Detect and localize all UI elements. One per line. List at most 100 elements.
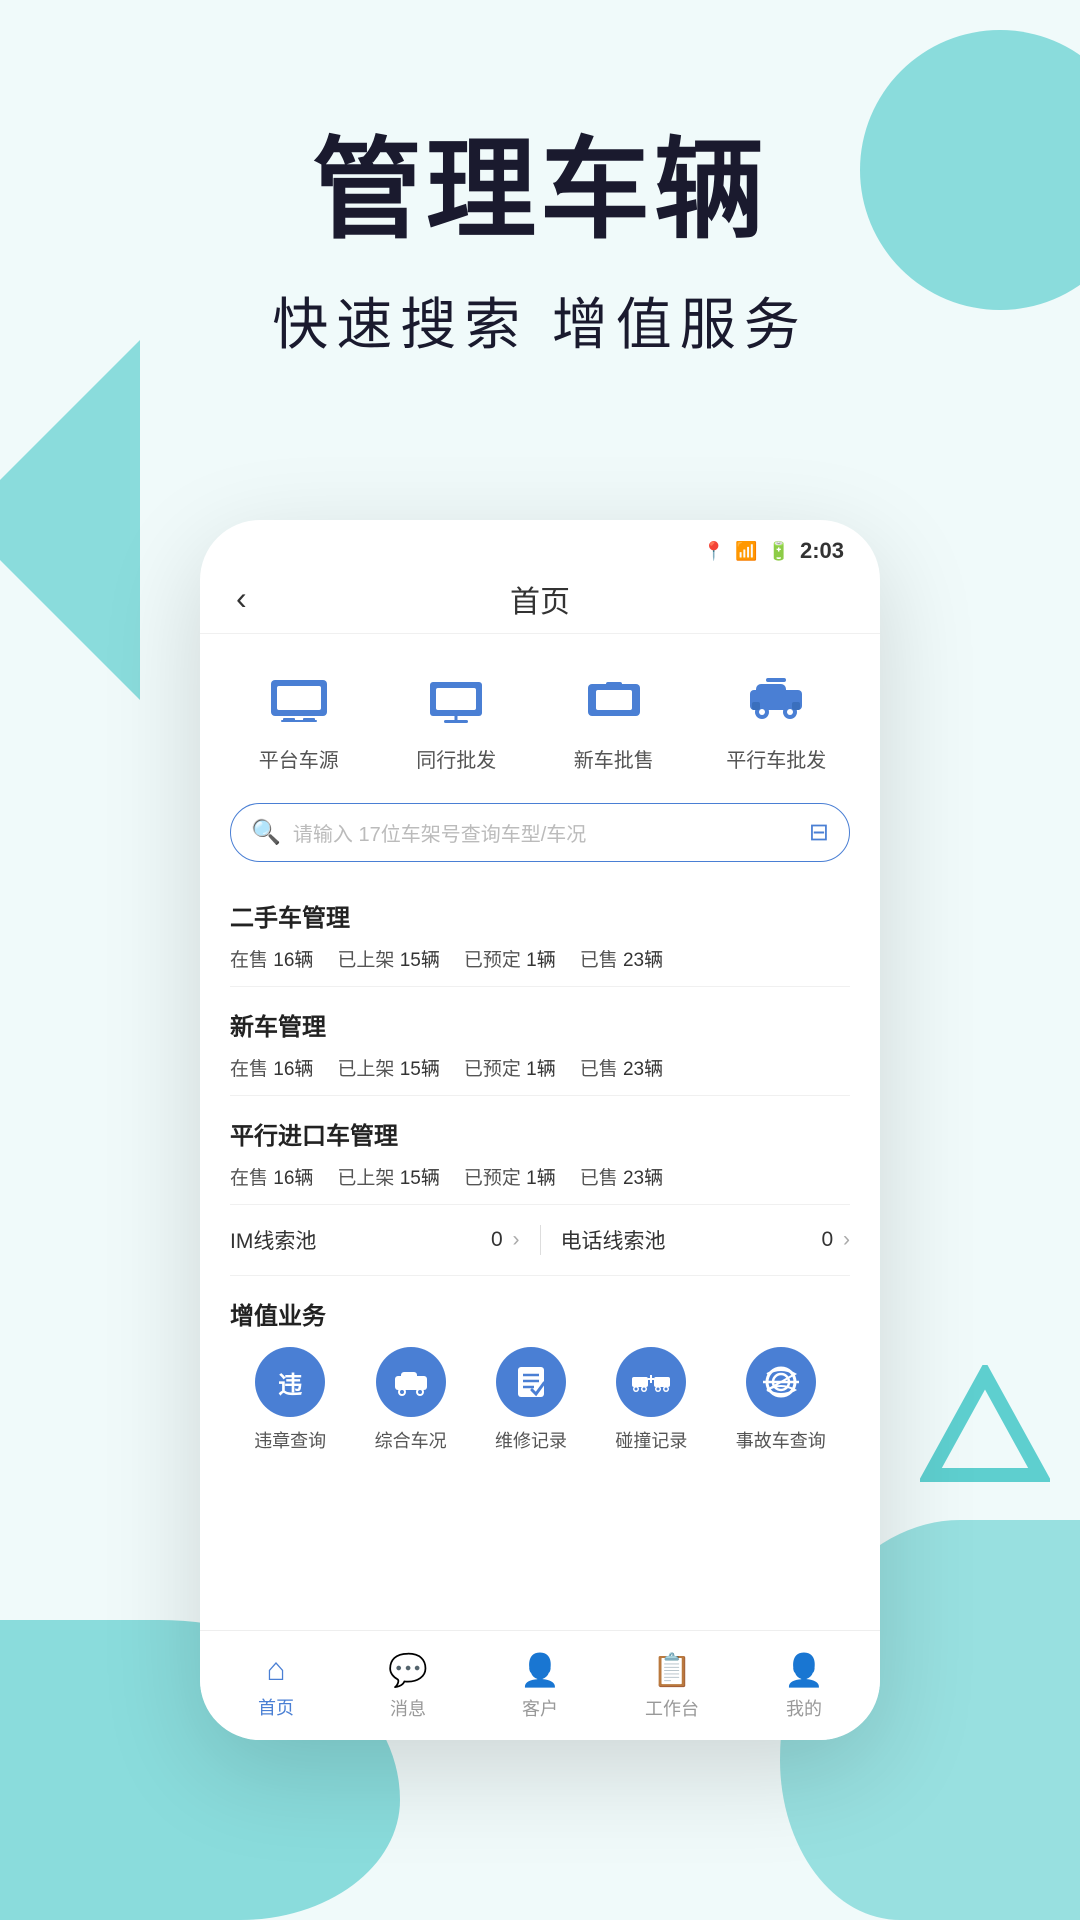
maintenance-icon	[496, 1347, 566, 1417]
quick-item-peer-wholesale[interactable]: 同行批发	[411, 664, 501, 773]
new-car-stat-listed: 已上架 15辆	[337, 1054, 439, 1081]
overall-condition[interactable]: 综合车况	[375, 1347, 447, 1453]
hero-subtitle: 快速搜索 增值服务	[0, 280, 1080, 361]
hero-section: 管理车辆 快速搜索 增值服务	[0, 100, 1080, 361]
phone-lead-arrow: ›	[843, 1228, 850, 1251]
parallel-import-stats: 在售 16辆 已上架 15辆 已预定 1辆 已售 23辆	[230, 1163, 850, 1190]
value-services-section: 增值业务 违 违章查询	[200, 1280, 880, 1463]
search-icon: 🔍	[251, 818, 281, 847]
divider-1	[230, 986, 850, 987]
nav-mine[interactable]: 👤 我的	[738, 1651, 870, 1721]
pi-stat-onsale: 在售 16辆	[230, 1163, 313, 1190]
im-lead-value: 0	[491, 1228, 503, 1251]
collision-record[interactable]: 碰撞记录	[615, 1347, 687, 1453]
nav-workbench[interactable]: 📋 工作台	[606, 1651, 738, 1721]
nav-bar: ‹ 首页	[200, 564, 880, 634]
accident-query[interactable]: 事故车查询	[736, 1347, 826, 1453]
hero-title: 管理车辆	[0, 100, 1080, 260]
quick-item-platform-car[interactable]: 平台车源	[254, 664, 344, 773]
value-services-title: 增值业务	[230, 1296, 850, 1331]
peer-wholesale-label: 同行批发	[416, 744, 496, 773]
quick-item-parallel-car[interactable]: 平行车批发	[726, 664, 826, 773]
maintenance-label: 维修记录	[495, 1427, 567, 1453]
value-services-icons: 违 违章查询 综合车况	[230, 1347, 850, 1453]
workbench-icon: 📋	[652, 1651, 692, 1689]
phone-lead-value-arrow: 0 ›	[821, 1228, 850, 1252]
mine-label: 我的	[786, 1695, 822, 1721]
used-car-section: 二手车管理 在售 16辆 已上架 15辆 已预定 1辆 已售 23辆	[200, 882, 880, 982]
overall-label: 综合车况	[375, 1427, 447, 1453]
battery-icon: 🔋	[768, 541, 790, 562]
page-title: 首页	[510, 577, 570, 621]
accident-icon	[746, 1347, 816, 1417]
violation-label: 违章查询	[254, 1427, 326, 1453]
divider-4	[230, 1275, 850, 1276]
status-bar: 📍 📶 🔋 2:03	[200, 520, 880, 564]
phone-lead-value: 0	[821, 1228, 833, 1251]
nav-customer[interactable]: 👤 客户	[474, 1651, 606, 1721]
im-lead-value-arrow: 0 ›	[491, 1228, 520, 1252]
violation-icon: 违	[255, 1347, 325, 1417]
lead-pool-divider	[540, 1225, 541, 1255]
home-label: 首页	[258, 1694, 294, 1720]
workbench-label: 工作台	[645, 1695, 699, 1721]
im-lead-arrow: ›	[513, 1228, 520, 1251]
new-car-icon	[569, 664, 659, 734]
new-car-stat-onsale: 在售 16辆	[230, 1054, 313, 1081]
collision-icon	[616, 1347, 686, 1417]
quick-access-section: 平台车源 同行批发 新车批售	[200, 634, 880, 793]
im-lead-label: IM线索池	[230, 1225, 316, 1255]
platform-car-label: 平台车源	[259, 744, 339, 773]
new-car-stat-sold: 已售 23辆	[580, 1054, 663, 1081]
home-icon: ⌂	[266, 1651, 285, 1688]
platform-car-icon	[254, 664, 344, 734]
search-placeholder: 请输入 17位车架号查询车型/车况	[293, 818, 809, 847]
quick-item-new-car[interactable]: 新车批售	[569, 664, 659, 773]
used-car-stat-reserved: 已预定 1辆	[464, 945, 556, 972]
accident-label: 事故车查询	[736, 1427, 826, 1453]
pi-stat-sold: 已售 23辆	[580, 1163, 663, 1190]
nav-home[interactable]: ⌂ 首页	[210, 1651, 342, 1720]
parallel-car-icon	[731, 664, 821, 734]
used-car-stats: 在售 16辆 已上架 15辆 已预定 1辆 已售 23辆	[230, 945, 850, 972]
new-car-stat-reserved: 已预定 1辆	[464, 1054, 556, 1081]
used-car-stat-onsale: 在售 16辆	[230, 945, 313, 972]
used-car-stat-sold: 已售 23辆	[580, 945, 663, 972]
search-bar[interactable]: 🔍 请输入 17位车架号查询车型/车况 ⊟	[230, 803, 850, 862]
signal-icon: 📶	[735, 541, 757, 562]
phone-mockup: 📍 📶 🔋 2:03 ‹ 首页 平台车源	[200, 520, 880, 1740]
new-car-stats: 在售 16辆 已上架 15辆 已预定 1辆 已售 23辆	[230, 1054, 850, 1081]
divider-2	[230, 1095, 850, 1096]
bg-decoration-triangle-left	[0, 340, 140, 700]
phone-lead-label: 电话线索池	[561, 1225, 666, 1255]
phone-lead-pool[interactable]: 电话线索池 0 ›	[561, 1225, 851, 1255]
overall-icon	[376, 1347, 446, 1417]
nav-message[interactable]: 💬 消息	[342, 1651, 474, 1721]
peer-wholesale-icon	[411, 664, 501, 734]
location-icon: 📍	[703, 541, 725, 562]
parallel-car-label: 平行车批发	[726, 744, 826, 773]
customer-icon: 👤	[520, 1651, 560, 1689]
new-car-section: 新车管理 在售 16辆 已上架 15辆 已预定 1辆 已售 23辆	[200, 991, 880, 1091]
status-time: 2:03	[800, 538, 844, 564]
new-car-label: 新车批售	[574, 744, 654, 773]
parallel-import-title: 平行进口车管理	[230, 1116, 850, 1151]
violation-query[interactable]: 违 违章查询	[254, 1347, 326, 1453]
customer-label: 客户	[522, 1695, 558, 1721]
scan-icon[interactable]: ⊟	[809, 818, 829, 847]
lead-pool-section: IM线索池 0 › 电话线索池 0 ›	[200, 1209, 880, 1271]
pi-stat-listed: 已上架 15辆	[337, 1163, 439, 1190]
maintenance-record[interactable]: 维修记录	[495, 1347, 567, 1453]
message-label: 消息	[390, 1695, 426, 1721]
bottom-nav: ⌂ 首页 💬 消息 👤 客户 📋 工作台 👤 我的	[200, 1630, 880, 1740]
message-icon: 💬	[388, 1651, 428, 1689]
parallel-import-section: 平行进口车管理 在售 16辆 已上架 15辆 已预定 1辆 已售 23辆	[200, 1100, 880, 1200]
new-car-title: 新车管理	[230, 1007, 850, 1042]
im-lead-pool[interactable]: IM线索池 0 ›	[230, 1225, 520, 1255]
pi-stat-reserved: 已预定 1辆	[464, 1163, 556, 1190]
back-button[interactable]: ‹	[236, 580, 247, 617]
collision-label: 碰撞记录	[615, 1427, 687, 1453]
used-car-stat-listed: 已上架 15辆	[337, 945, 439, 972]
divider-3	[230, 1204, 850, 1205]
bg-decoration-triangle-right	[920, 1365, 1050, 1490]
